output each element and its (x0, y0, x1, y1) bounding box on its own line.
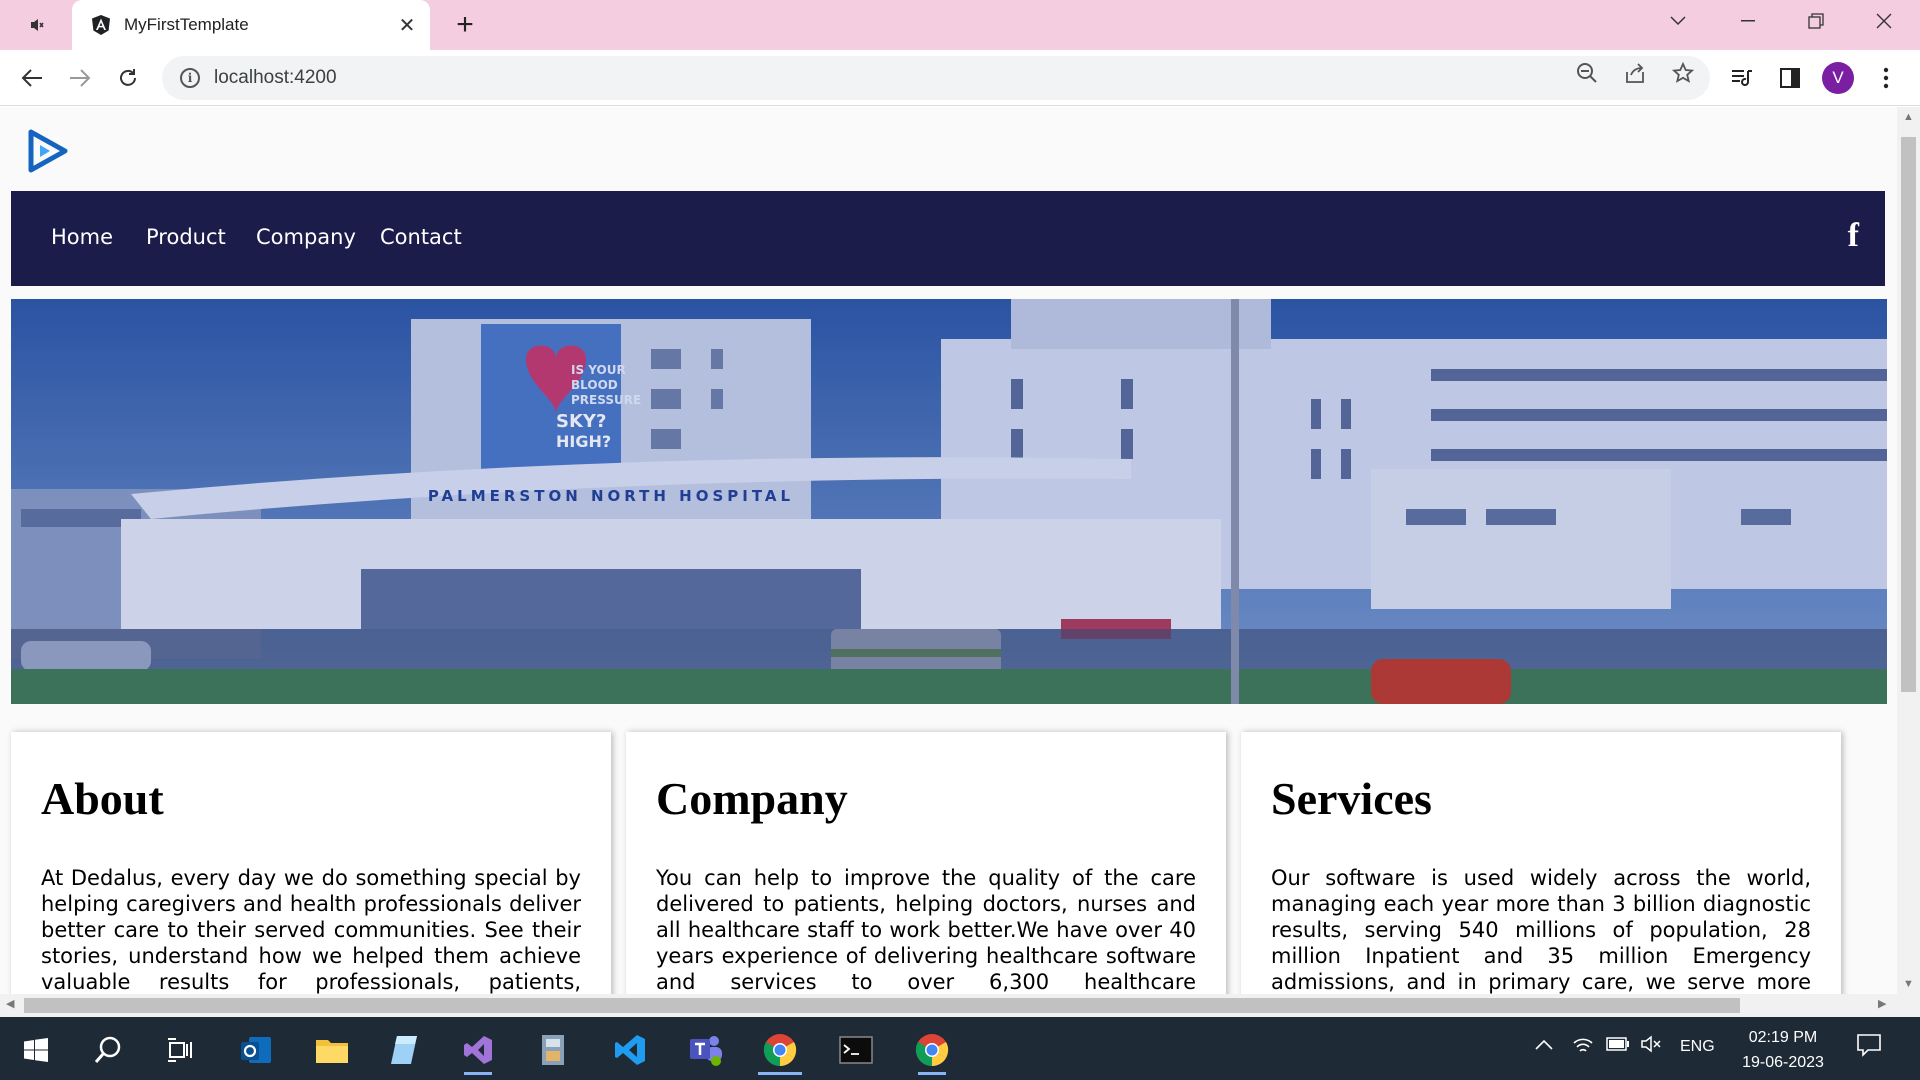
nav-contact[interactable]: Contact (380, 225, 462, 249)
site-header (0, 107, 1897, 191)
show-hidden-icons-icon[interactable] (1535, 1035, 1553, 1056)
scroll-down-icon[interactable]: ▼ (1897, 978, 1920, 990)
main-navigation: Home Product Company Contact f (11, 191, 1885, 286)
nav-company[interactable]: Company (256, 225, 356, 249)
terminal-icon[interactable] (828, 1025, 884, 1075)
services-title: Services (1271, 773, 1432, 824)
hero-image: IS YOUR BLOOD PRESSURE SKY? HIGH? PALMER… (11, 299, 1887, 704)
clock-date: 19-06-2023 (1742, 1054, 1824, 1071)
share-icon[interactable] (1622, 60, 1648, 86)
zoom-out-icon[interactable] (1574, 60, 1600, 86)
tab-title: MyFirstTemplate (124, 15, 249, 34)
file-explorer-icon[interactable] (304, 1025, 360, 1075)
search-icon[interactable] (80, 1025, 136, 1075)
services-text: Our software is used widely across the w… (1271, 866, 1811, 994)
audio-icon[interactable] (22, 12, 52, 38)
chrome-icon-2[interactable] (904, 1025, 960, 1075)
media-control-icon[interactable] (1726, 62, 1758, 94)
services-card: Services Our software is used widely acr… (1241, 732, 1841, 994)
volume-muted-icon[interactable] (1640, 1035, 1662, 1058)
scroll-left-icon[interactable]: ◀ (6, 997, 14, 1010)
horizontal-scrollbar[interactable]: ◀ ▶ (0, 994, 1897, 1017)
angular-favicon (92, 15, 110, 35)
close-window-icon[interactable] (1856, 0, 1912, 42)
close-tab-icon[interactable]: ✕ (396, 13, 418, 38)
new-tab-icon[interactable]: + (448, 8, 482, 42)
facebook-icon[interactable]: f (1848, 217, 1859, 255)
tab-search-icon[interactable] (1650, 0, 1706, 42)
bookmark-star-icon[interactable] (1670, 60, 1696, 86)
minimize-icon[interactable] (1720, 0, 1776, 42)
horizontal-scroll-thumb[interactable] (24, 998, 1740, 1013)
network-icon[interactable] (1572, 1035, 1594, 1060)
reload-icon[interactable] (110, 62, 146, 94)
notifications-icon[interactable] (1856, 1033, 1882, 1062)
address-bar[interactable]: i localhost:4200 (162, 56, 1710, 100)
company-title: Company (656, 773, 848, 824)
forward-icon[interactable] (62, 62, 98, 94)
scroll-up-icon[interactable]: ▲ (1897, 111, 1920, 123)
about-text: At Dedalus, every day we do something sp… (41, 866, 581, 994)
about-title: About (41, 773, 164, 824)
taskbar: ENG 02:19 PM 19-06-2023 (0, 1017, 1920, 1080)
app-icon[interactable] (526, 1025, 582, 1075)
vscode-icon[interactable] (602, 1025, 658, 1075)
company-card: Company You can help to improve the qual… (626, 732, 1226, 994)
visual-studio-icon[interactable] (450, 1025, 506, 1075)
side-panel-icon[interactable] (1774, 62, 1806, 94)
system-clock[interactable]: 02:19 PM 19-06-2023 (1728, 1025, 1838, 1075)
restore-icon[interactable] (1788, 0, 1844, 42)
page-viewport: Home Product Company Contact f IS YOUR B… (0, 107, 1897, 994)
about-card: About At Dedalus, every day we do someth… (11, 732, 611, 994)
notepad-icon[interactable] (376, 1025, 432, 1075)
nav-product[interactable]: Product (146, 225, 226, 249)
back-icon[interactable] (14, 62, 50, 94)
site-info-icon[interactable]: i (180, 68, 200, 88)
clock-time: 02:19 PM (1748, 1029, 1818, 1046)
vertical-scroll-thumb[interactable] (1901, 137, 1916, 692)
tab-strip: MyFirstTemplate ✕ + (0, 0, 1920, 50)
chrome-icon[interactable] (752, 1025, 808, 1075)
start-icon[interactable] (8, 1025, 64, 1075)
task-view-icon[interactable] (152, 1025, 208, 1075)
scroll-corner (1897, 994, 1920, 1017)
url-text[interactable]: localhost:4200 (214, 67, 337, 89)
scroll-right-icon[interactable]: ▶ (1878, 997, 1886, 1010)
menu-icon[interactable] (1870, 62, 1902, 94)
nav-home[interactable]: Home (51, 225, 113, 249)
teams-icon[interactable] (678, 1025, 734, 1075)
company-text: You can help to improve the quality of t… (656, 866, 1196, 994)
profile-avatar[interactable]: V (1822, 62, 1854, 94)
browser-toolbar: i localhost:4200 V (0, 50, 1920, 106)
language-indicator[interactable]: ENG (1680, 1038, 1715, 1056)
outlook-icon[interactable] (228, 1025, 284, 1075)
battery-icon[interactable] (1606, 1035, 1630, 1056)
vertical-scrollbar[interactable]: ▲ ▼ (1897, 107, 1920, 994)
dedalus-logo[interactable] (28, 129, 68, 173)
active-tab[interactable]: MyFirstTemplate ✕ (72, 0, 430, 50)
